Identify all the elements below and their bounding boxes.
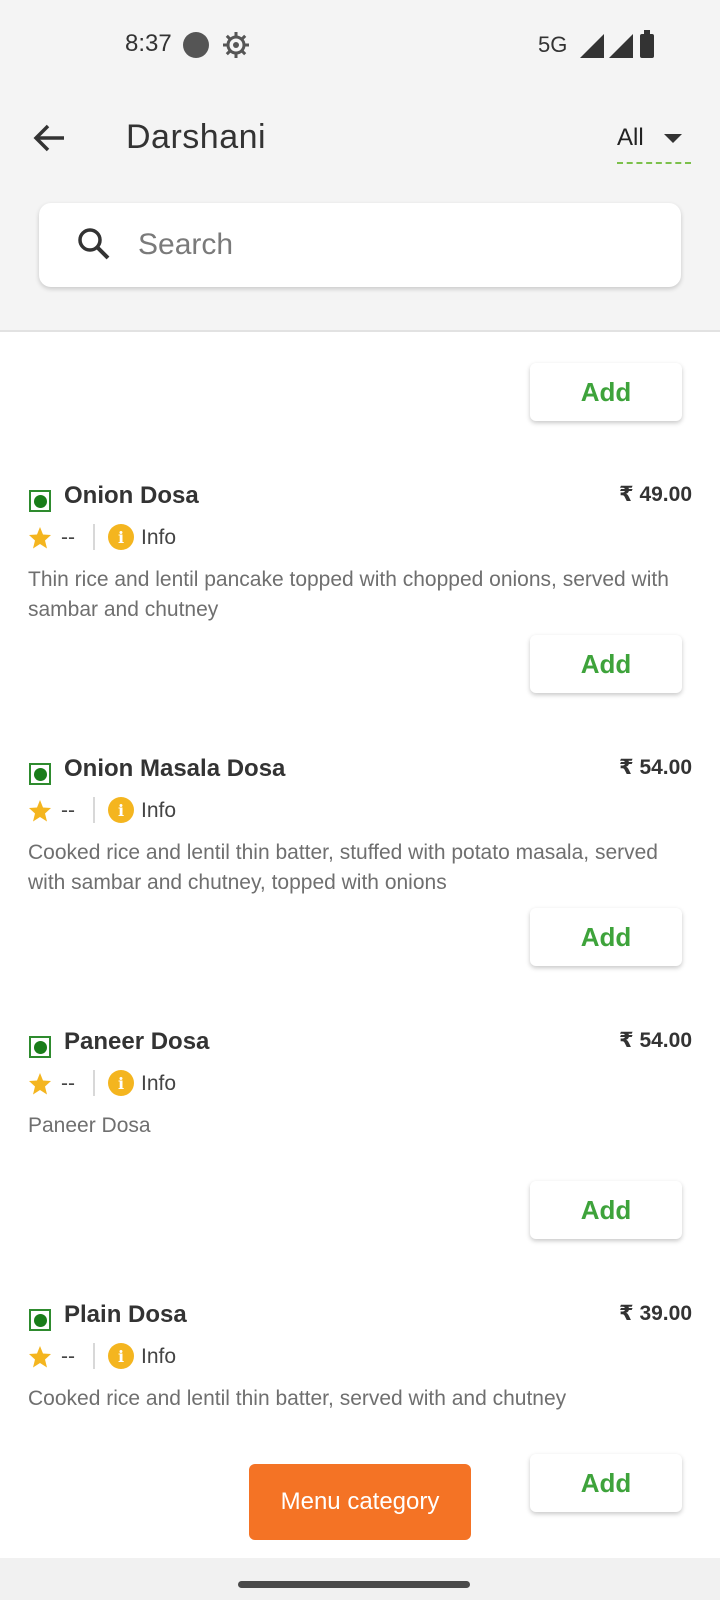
filter-underline (617, 162, 691, 164)
divider (93, 1070, 95, 1096)
status-time: 8:37 (125, 30, 172, 57)
star-icon (29, 1073, 51, 1095)
rating-value: -- (61, 526, 75, 549)
item-price: ₹ 49.00 (619, 483, 692, 506)
info-link[interactable]: Info (141, 526, 176, 550)
filter-dropdown[interactable]: All (617, 122, 697, 166)
add-button[interactable]: Add (530, 363, 682, 421)
info-link[interactable]: Info (141, 1072, 176, 1096)
star-icon (29, 1346, 51, 1368)
item-name: Paneer Dosa (64, 1028, 210, 1055)
info-icon[interactable]: i (108, 1070, 134, 1096)
item-description: Cooked rice and lentil thin batter, serv… (28, 1387, 567, 1410)
star-icon (29, 527, 51, 549)
item-description: Cooked rice and lentil thin batter, stuf… (28, 841, 658, 894)
signal-icon (609, 34, 633, 58)
divider (93, 524, 95, 550)
veg-icon (29, 1309, 51, 1331)
info-icon[interactable]: i (108, 797, 134, 823)
info-link[interactable]: Info (141, 1345, 176, 1369)
rating-row: -- i Info (28, 1070, 328, 1100)
add-button[interactable]: Add (530, 1181, 682, 1239)
add-button[interactable]: Add (530, 635, 682, 693)
search-input[interactable] (136, 219, 660, 271)
back-arrow-icon[interactable] (30, 118, 70, 158)
divider (93, 1343, 95, 1369)
rating-row: -- i Info (28, 797, 328, 827)
gear-icon (223, 32, 249, 58)
battery-icon (640, 30, 654, 58)
rating-row: -- i Info (28, 1343, 328, 1373)
item-name: Onion Dosa (64, 482, 199, 509)
rating-row: -- i Info (28, 524, 328, 554)
add-button[interactable]: Add (530, 908, 682, 966)
veg-icon (29, 490, 51, 512)
veg-icon (29, 1036, 51, 1058)
signal-icon (580, 34, 604, 58)
system-nav-bar (0, 1558, 720, 1600)
divider (93, 797, 95, 823)
caret-down-icon (664, 134, 682, 143)
item-price: ₹ 39.00 (619, 1302, 692, 1325)
search-icon (78, 228, 110, 260)
filter-value: All (617, 124, 644, 151)
page-title: Darshani (126, 118, 267, 156)
item-description: Thin rice and lentil pancake topped with… (28, 568, 669, 621)
item-name: Onion Masala Dosa (64, 755, 286, 782)
item-price: ₹ 54.00 (619, 756, 692, 779)
info-icon[interactable]: i (108, 1343, 134, 1369)
rating-value: -- (61, 799, 75, 822)
network-type: 5G (538, 32, 568, 57)
add-button[interactable]: Add (530, 1454, 682, 1512)
gesture-handle[interactable] (238, 1581, 470, 1588)
info-icon[interactable]: i (108, 524, 134, 550)
rating-value: -- (61, 1345, 75, 1368)
star-icon (29, 800, 51, 822)
item-description: Paneer Dosa (28, 1114, 151, 1137)
item-name: Plain Dosa (64, 1301, 187, 1328)
veg-icon (29, 763, 51, 785)
rating-value: -- (61, 1072, 75, 1095)
item-price: ₹ 54.00 (619, 1029, 692, 1052)
app-header: 8:37 5G Darshani All (0, 0, 720, 332)
info-link[interactable]: Info (141, 799, 176, 823)
record-dot-icon (183, 32, 209, 58)
menu-category-button[interactable]: Menu category (249, 1464, 471, 1540)
search-bar[interactable] (39, 203, 681, 287)
